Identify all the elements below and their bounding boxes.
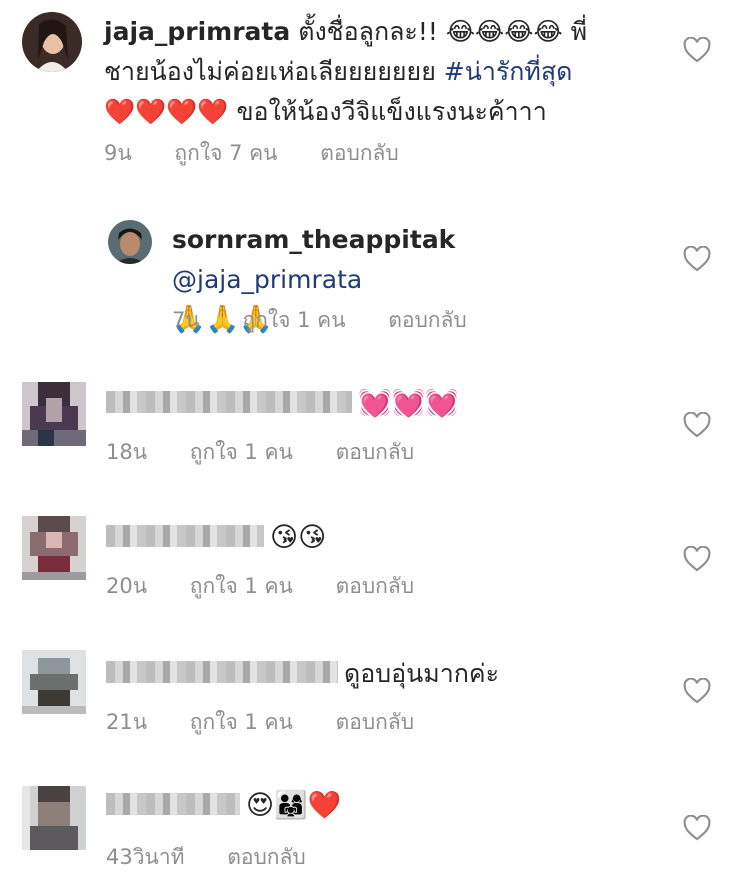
reply-button[interactable]: ตอบกลับ	[227, 845, 306, 869]
likes-count[interactable]: ถูกใจ 1 คน	[190, 440, 293, 464]
comment-body: 💓💓💓	[358, 388, 459, 419]
avatar[interactable]	[22, 12, 82, 72]
heart-outline-icon[interactable]	[683, 815, 711, 841]
comment-body-1: ตั้งชื่อลูกละ!! 😂😂😂😂 พี่	[298, 17, 588, 46]
comment-1: jaja_primrata ตั้งชื่อลูกละ!! 😂😂😂😂 พี่ ช…	[0, 0, 750, 180]
avatar[interactable]	[22, 650, 86, 714]
heart-outline-icon[interactable]	[683, 546, 711, 572]
reply-button[interactable]: ตอบกลับ	[320, 141, 399, 165]
username[interactable]: jaja_primrata	[104, 17, 290, 46]
timestamp: 18น	[106, 440, 148, 464]
timestamp: 21น	[106, 710, 148, 734]
avatar[interactable]	[108, 220, 152, 264]
reply-button[interactable]: ตอบกลับ	[336, 710, 415, 734]
comment-text: 😘😘	[106, 518, 626, 558]
heart-outline-icon[interactable]	[683, 37, 711, 63]
comment-text: 💓💓💓	[106, 384, 626, 424]
comment-6: 😍👨‍👩‍👧❤️ 43วินาที ตอบกลับ	[0, 780, 750, 878]
comment-body: 😍👨‍👩‍👧❤️	[246, 790, 342, 821]
comment-meta: 18น ถูกใจ 1 คน ตอบกลับ	[106, 436, 414, 469]
username-blurred[interactable]	[106, 525, 264, 547]
reply-button[interactable]: ตอบกลับ	[388, 308, 467, 332]
mention[interactable]: @jaja_primrata	[172, 265, 362, 294]
comment-reply-1: sornram_theappitak @jaja_primrata 🙏🙏🙏 7น…	[0, 212, 750, 342]
comment-text: 😍👨‍👩‍👧❤️	[106, 786, 626, 826]
comment-5: ดูอบอุ่นมากค่ะ 21น ถูกใจ 1 คน ตอบกลับ	[0, 640, 750, 760]
comment-body-2: ชายน้องไม่ค่อยเห่อเลียยยยยยย	[104, 57, 444, 86]
heart-outline-icon[interactable]	[683, 678, 711, 704]
comment-3: 💓💓💓 18น ถูกใจ 1 คน ตอบกลับ	[0, 372, 750, 482]
likes-count[interactable]: ถูกใจ 1 คน	[190, 574, 293, 598]
timestamp: 7น	[172, 308, 200, 332]
comment-4: 😘😘 20น ถูกใจ 1 คน ตอบกลับ	[0, 506, 750, 616]
username[interactable]: sornram_theappitak	[172, 225, 455, 254]
timestamp: 43วินาที	[106, 845, 185, 869]
hashtag[interactable]: #น่ารักที่สุด	[444, 57, 573, 86]
username-blurred[interactable]	[106, 793, 240, 815]
heart-outline-icon[interactable]	[683, 412, 711, 438]
timestamp: 9น	[104, 141, 132, 165]
likes-count[interactable]: ถูกใจ 7 คน	[174, 141, 277, 165]
comment-meta: 43วินาที ตอบกลับ	[106, 841, 306, 874]
comment-body: ดูอบอุ่นมากค่ะ	[344, 659, 500, 688]
heart-outline-icon[interactable]	[683, 246, 711, 272]
reply-button[interactable]: ตอบกลับ	[336, 440, 415, 464]
comment-meta: 9น ถูกใจ 7 คน ตอบกลับ	[104, 137, 399, 170]
likes-count[interactable]: ถูกใจ 1 คน	[242, 308, 345, 332]
avatar[interactable]	[22, 382, 86, 446]
username-blurred[interactable]	[106, 661, 338, 683]
comment-text: jaja_primrata ตั้งชื่อลูกละ!! 😂😂😂😂 พี่ ช…	[104, 12, 624, 132]
comment-meta: 7น ถูกใจ 1 คน ตอบกลับ	[172, 304, 467, 337]
comment-body-3: ❤️❤️❤️❤️ ขอให้น้องวีจิแข็งแรงนะค้าาา	[104, 97, 547, 126]
reply-button[interactable]: ตอบกลับ	[336, 574, 415, 598]
username-blurred[interactable]	[106, 391, 352, 413]
avatar[interactable]	[22, 516, 86, 580]
comment-body: 😘😘	[270, 522, 327, 553]
timestamp: 20น	[106, 574, 148, 598]
avatar[interactable]	[22, 786, 86, 850]
comment-text: ดูอบอุ่นมากค่ะ	[106, 654, 626, 694]
comment-meta: 20น ถูกใจ 1 คน ตอบกลับ	[106, 570, 414, 603]
likes-count[interactable]: ถูกใจ 1 คน	[190, 710, 293, 734]
comment-meta: 21น ถูกใจ 1 คน ตอบกลับ	[106, 706, 414, 739]
